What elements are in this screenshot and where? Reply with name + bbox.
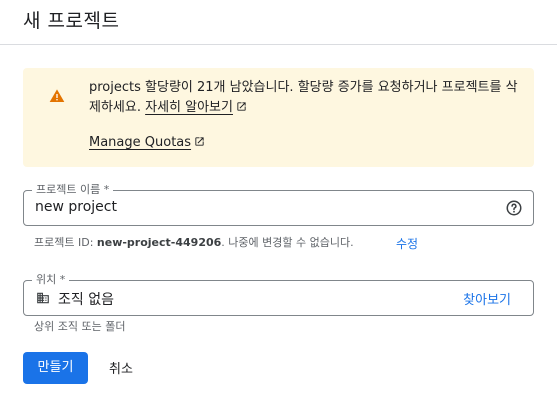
project-id-hint: 프로젝트 ID: new-project-449206. 나중에 변경할 수 없…	[34, 235, 354, 251]
building-icon	[37, 292, 49, 304]
learn-more-link[interactable]: 자세히 알아보기	[145, 100, 247, 115]
quota-warning-banner: projects 할당량이 21개 남았습니다. 할당량 증가를 요청하거나 프…	[23, 68, 534, 167]
help-circle-icon[interactable]	[505, 199, 523, 217]
location-label: 위치 *	[32, 273, 70, 287]
project-name-field: 프로젝트 이름 *	[23, 183, 534, 226]
external-link-icon	[195, 137, 204, 146]
edit-project-id-button[interactable]: 수정	[396, 235, 418, 252]
project-name-input[interactable]	[35, 199, 495, 215]
manage-quotas-label: Manage Quotas	[89, 135, 192, 150]
external-link-icon	[237, 102, 246, 111]
browse-location-button[interactable]: 찾아보기	[463, 289, 511, 308]
cancel-button[interactable]: 취소	[109, 358, 133, 377]
location-hint: 상위 조직 또는 폴더	[34, 320, 126, 333]
learn-more-link-label: 자세히 알아보기	[145, 100, 233, 115]
warning-icon	[49, 89, 65, 102]
create-button[interactable]: 만들기	[23, 352, 88, 384]
quota-warning-message-block: projects 할당량이 21개 남았습니다. 할당량 증가를 요청하거나 프…	[89, 78, 519, 118]
page-title: 새 프로젝트	[23, 10, 120, 32]
project-id-value: new-project-449206	[96, 236, 222, 249]
location-field[interactable]: 위치 * 조직 없음 찾아보기	[23, 273, 534, 316]
location-value: 조직 없음	[58, 292, 114, 308]
project-id-suffix: . 나중에 변경할 수 없습니다.	[221, 236, 354, 249]
project-name-label: 프로젝트 이름 *	[32, 183, 114, 197]
dialog-header: 새 프로젝트	[0, 0, 557, 45]
project-id-prefix: 프로젝트 ID:	[34, 236, 97, 249]
manage-quotas-link[interactable]: Manage Quotas	[89, 133, 205, 153]
